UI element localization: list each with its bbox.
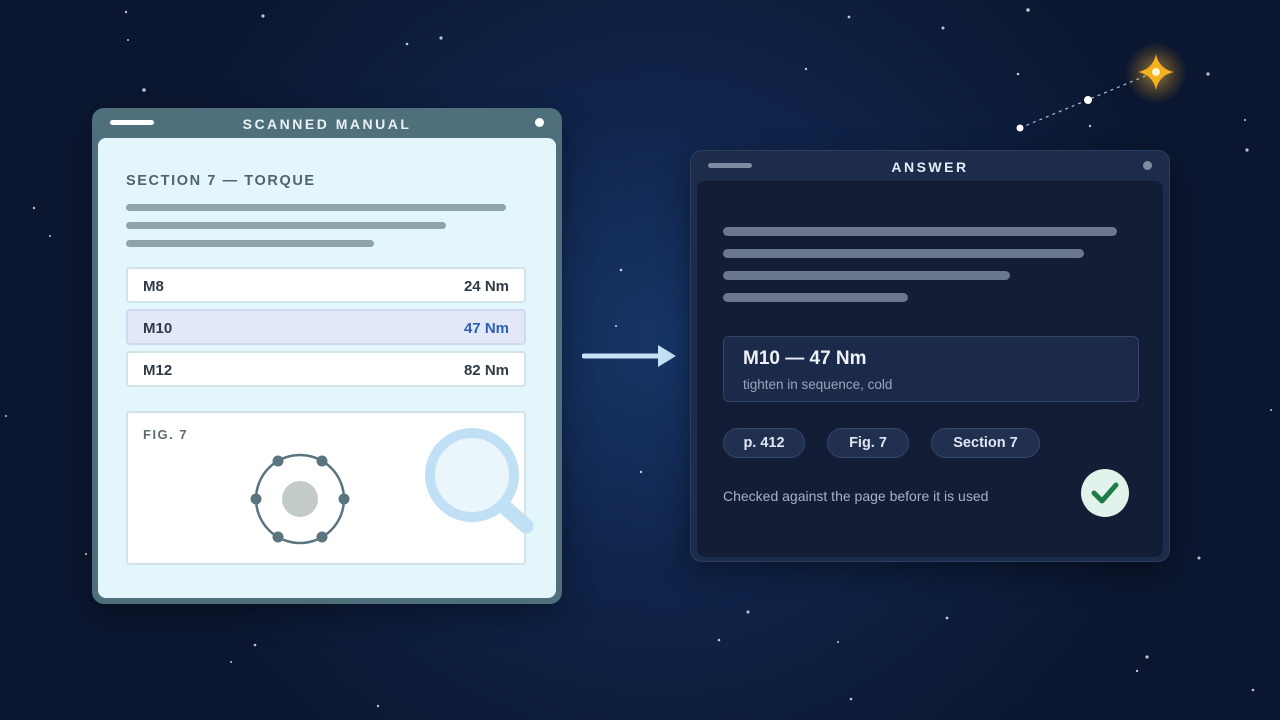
citation-chip-figure[interactable]: Fig. 7	[827, 428, 909, 458]
torque-value: 47 Nm	[463, 320, 509, 337]
text-placeholder-line	[723, 293, 908, 302]
window-status-dot	[1143, 161, 1152, 170]
citation-chip-section[interactable]: Section 7	[931, 428, 1040, 458]
manual-page: SECTION 7 — TORQUE M8 24 Nm M10 47 Nm M1…	[98, 138, 556, 598]
result-instructions: tighten in sequence, cold	[743, 377, 893, 392]
text-placeholder-line	[723, 271, 1010, 280]
answer-result-box: M10 — 47 Nm tighten in sequence, cold	[723, 336, 1139, 402]
window-status-dot	[535, 118, 544, 127]
torque-row-m8: M8 24 Nm	[126, 267, 526, 303]
bolt-size: M12	[143, 362, 173, 379]
arrow-right-icon	[582, 345, 676, 367]
torque-row-m12: M12 82 Nm	[126, 351, 526, 387]
text-placeholder-line	[126, 240, 374, 247]
answer-window: ANSWER M10 — 47 Nm tighten in sequence, …	[690, 150, 1170, 562]
bolt-size: M8	[143, 278, 164, 295]
text-placeholder-line	[126, 222, 446, 229]
result-value: M10 — 47 Nm	[743, 348, 867, 369]
text-placeholder-line	[723, 249, 1084, 258]
figure-box: FIG. 7	[126, 411, 534, 565]
check-icon	[1091, 482, 1119, 504]
text-placeholder-line	[126, 204, 506, 211]
torque-value: 82 Nm	[463, 362, 509, 379]
verification-note: Checked against the page before it is us…	[723, 488, 989, 504]
citation-chip-page[interactable]: p. 412	[723, 428, 805, 458]
bolt-size: M10	[143, 320, 173, 337]
text-placeholder-line	[723, 227, 1117, 236]
torque-row-m10-highlighted: M10 47 Nm	[126, 309, 526, 345]
scanned-manual-window: SCANNED MANUAL SECTION 7 — TORQUE M8 24 …	[92, 108, 562, 604]
verified-badge	[1081, 469, 1129, 517]
answer-window-title: ANSWER	[891, 159, 969, 175]
magnifier-icon	[425, 428, 534, 534]
section-heading: SECTION 7 — TORQUE	[126, 173, 316, 189]
manual-window-title: SCANNED MANUAL	[242, 116, 412, 132]
answer-panel: M10 — 47 Nm tighten in sequence, cold p.…	[697, 181, 1163, 557]
torque-value: 24 Nm	[463, 278, 509, 295]
